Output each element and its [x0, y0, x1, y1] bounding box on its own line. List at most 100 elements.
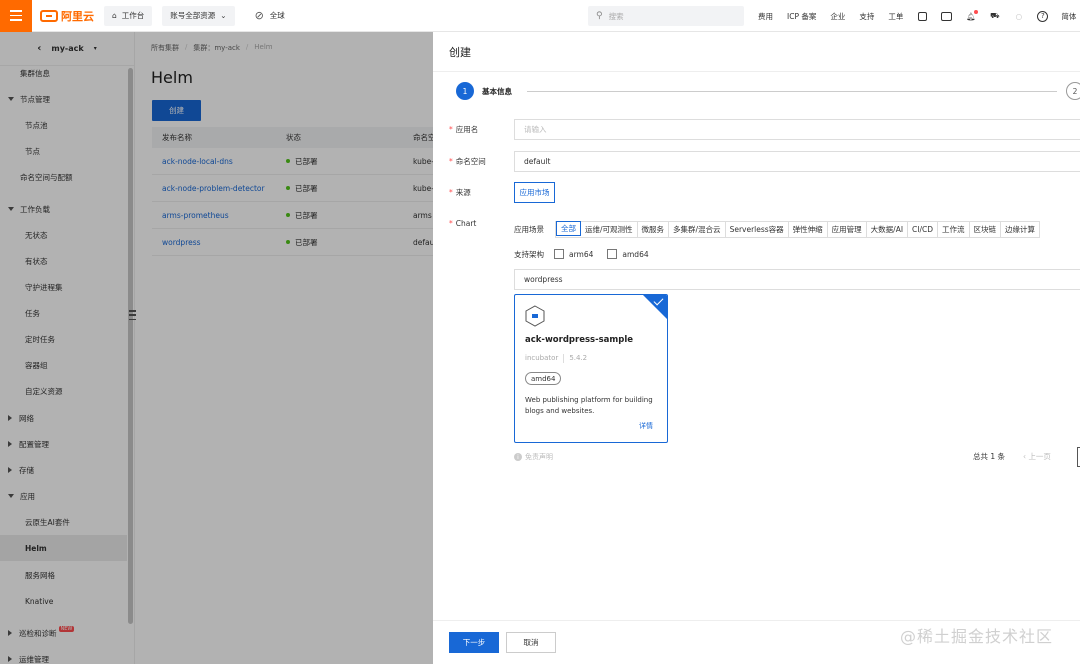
- sidebar-item[interactable]: 集群信息: [0, 60, 127, 86]
- scene-chip[interactable]: 弹性伸缩: [789, 222, 828, 237]
- sidebar-item[interactable]: 存储: [0, 457, 127, 483]
- release-name-link[interactable]: wordpress: [162, 238, 201, 247]
- sidebar-item[interactable]: 守护进程集: [0, 274, 127, 300]
- sidebar-item[interactable]: 云原生AI套件: [0, 509, 127, 535]
- col-status: 状态: [286, 133, 301, 142]
- terminal-icon[interactable]: [941, 11, 953, 22]
- release-status: 已部署: [278, 183, 403, 194]
- table-header: 发布名称 状态 命名空: [152, 127, 433, 148]
- bell-icon[interactable]: 🔔︎: [965, 9, 979, 22]
- sidebar-item[interactable]: 容器组: [0, 352, 127, 378]
- region-select[interactable]: ⊘ 全球: [255, 9, 285, 22]
- account-scope-select[interactable]: 账号全部资源 ⌄: [162, 5, 235, 26]
- sidebar-item[interactable]: 巡检和诊断 NEW: [0, 620, 127, 646]
- status-dot: [286, 186, 290, 190]
- sidebar-item[interactable]: 节点池: [0, 112, 127, 138]
- release-status: 已部署: [278, 210, 403, 221]
- scene-chip[interactable]: 微服务: [638, 222, 670, 237]
- sidebar-item[interactable]: 网络: [0, 405, 127, 431]
- page-title: Helm: [151, 68, 193, 87]
- language-switch[interactable]: 简体: [1061, 11, 1076, 22]
- table-row: arms-prometheus 已部署 arms: [152, 202, 433, 229]
- scene-chip[interactable]: Serverless容器: [726, 222, 789, 237]
- caret-right-icon: [8, 656, 12, 662]
- amd64-label: amd64: [622, 249, 649, 259]
- sidebar-item[interactable]: 节点管理: [0, 86, 127, 112]
- sidebar-item-label: 集群信息: [20, 68, 50, 78]
- scene-chip[interactable]: 边缘计算: [1001, 222, 1039, 237]
- release-name-link[interactable]: ack-node-local-dns: [162, 157, 233, 166]
- prev-page-button[interactable]: ‹ 上一页: [1023, 451, 1051, 462]
- cloudshell-icon[interactable]: [917, 11, 928, 22]
- lightbulb-icon[interactable]: ○: [1013, 11, 1024, 22]
- sidebar-scrollbar[interactable]: [128, 68, 133, 624]
- sidebar-item-label: 节点: [25, 146, 40, 156]
- sidebar-item[interactable]: 应用: [0, 483, 127, 509]
- sidebar-item[interactable]: 配置管理: [0, 431, 127, 457]
- scene-chip[interactable]: CI/CD: [908, 222, 939, 237]
- aliyun-logo[interactable]: 阿里云: [40, 8, 94, 24]
- amd64-checkbox[interactable]: [607, 249, 618, 259]
- help-icon[interactable]: ?: [1037, 10, 1049, 22]
- scene-chip[interactable]: 运维/可观测性: [581, 222, 638, 237]
- sidebar-item[interactable]: 自定义资源: [0, 378, 127, 404]
- sidebar-item[interactable]: 运维管理: [0, 646, 127, 664]
- chart-search-input[interactable]: wordpress: [514, 269, 1080, 290]
- arm64-label: arm64: [569, 249, 594, 259]
- sidebar-item[interactable]: 工作负载: [0, 196, 127, 222]
- release-name-link[interactable]: ack-node-problem-detector: [162, 184, 265, 193]
- cart-icon[interactable]: ⛟: [989, 11, 1000, 22]
- disclaimer-link[interactable]: i 免责声明: [514, 452, 553, 462]
- sidebar-item[interactable]: 有状态: [0, 248, 127, 274]
- chevron-left-icon[interactable]: ‹: [37, 43, 41, 54]
- source-app-market[interactable]: 应用市场: [514, 182, 555, 203]
- app-name-input[interactable]: 请输入: [514, 119, 1080, 140]
- new-badge: NEW: [58, 626, 75, 632]
- sidebar-item-label: 工作负载: [20, 204, 50, 214]
- release-namespace: kube-: [413, 183, 433, 193]
- breadcrumb-cluster[interactable]: 集群：my-ack: [193, 43, 240, 53]
- nav-fee[interactable]: 费用: [758, 11, 773, 22]
- cancel-button[interactable]: 取消: [506, 632, 556, 653]
- sidebar-item[interactable]: 定时任务: [0, 326, 127, 352]
- step-1-label: 基本信息: [482, 86, 512, 96]
- scene-chip[interactable]: 区块链: [970, 222, 1002, 237]
- release-name-link[interactable]: arms-prometheus: [162, 211, 229, 220]
- search-input[interactable]: ⚲ 搜索: [588, 6, 744, 26]
- nav-icp[interactable]: ICP 备案: [787, 11, 816, 22]
- scene-chip[interactable]: 全部: [556, 221, 581, 236]
- namespace-input[interactable]: default: [514, 151, 1080, 172]
- nav-support[interactable]: 支持: [859, 11, 874, 22]
- top-nav: 费用 ICP 备案 企业 支持 工单 🔔︎ ⛟ ○ ? 简体: [758, 0, 1076, 32]
- sidebar-item[interactable]: 节点: [0, 138, 127, 164]
- scene-chip[interactable]: 工作流: [938, 222, 970, 237]
- sidebar-item[interactable]: 命名空间与配额: [0, 164, 127, 190]
- chart-detail-link[interactable]: 详情: [639, 421, 653, 431]
- chart-icon: [525, 305, 545, 327]
- pagination: 总共 1 条 ‹ 上一页: [973, 447, 1080, 467]
- scene-chip[interactable]: 应用管理: [828, 222, 867, 237]
- nav-enterprise[interactable]: 企业: [830, 11, 845, 22]
- next-step-button[interactable]: 下一步: [449, 632, 499, 653]
- table-row: ack-node-local-dns 已部署 kube-: [152, 148, 433, 175]
- sidebar-item[interactable]: 无状态: [0, 222, 127, 248]
- create-drawer: 创建 1 基本信息 2 * 应用名 请输入 * 命名空间 default * 来源 应…: [433, 32, 1080, 664]
- chart-card[interactable]: ack-wordpress-sample incubator 5.4.2 amd…: [514, 294, 668, 443]
- sidebar-item[interactable]: 任务: [0, 300, 127, 326]
- workbench-button[interactable]: ⌂ 工作台: [104, 5, 153, 26]
- sidebar-item[interactable]: Helm: [0, 535, 127, 561]
- status-dot: [286, 213, 290, 217]
- caret-down-icon: [8, 97, 14, 101]
- scene-chip[interactable]: 大数据/AI: [867, 222, 909, 237]
- breadcrumb-all-clusters[interactable]: 所有集群: [151, 43, 179, 53]
- sidebar-item-label: Knative: [25, 596, 54, 606]
- menu-icon[interactable]: [0, 0, 32, 32]
- sidebar-item[interactable]: 服务网格: [0, 562, 127, 588]
- arm64-checkbox[interactable]: [554, 249, 564, 259]
- sidebar-item[interactable]: Knative: [0, 588, 127, 614]
- drawer-title: 创建: [433, 32, 1080, 72]
- scene-chip[interactable]: 多集群/混合云: [669, 222, 726, 237]
- sidebar-item-label: 节点池: [25, 120, 48, 130]
- create-button[interactable]: 创建: [152, 100, 201, 121]
- nav-ticket[interactable]: 工单: [888, 11, 903, 22]
